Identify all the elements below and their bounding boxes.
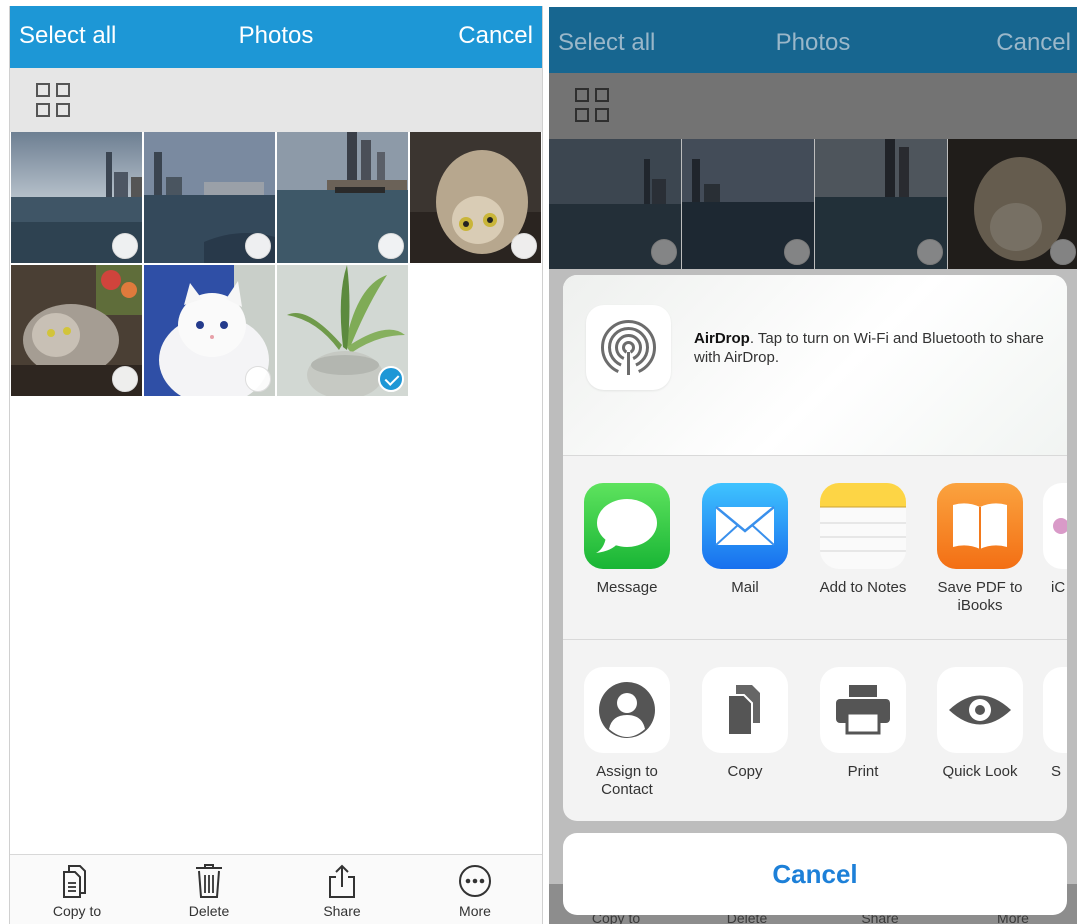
view-toolbar: [10, 68, 542, 132]
quick-look-button[interactable]: Quick Look: [925, 667, 1035, 781]
more-label: More: [459, 903, 491, 919]
photo-thumbnail[interactable]: [11, 132, 142, 263]
copy-to-icon: [63, 865, 86, 898]
quick-look-label: Quick Look: [942, 763, 1018, 780]
share-icon: [329, 864, 355, 898]
copy-label: Copy: [727, 763, 763, 780]
photo-thumbnail[interactable]: [410, 132, 541, 263]
grid-view-icon: [575, 88, 611, 124]
airdrop-title: AirDrop: [694, 330, 750, 347]
partial-action-label: S: [1051, 763, 1062, 780]
mail-icon: [702, 483, 788, 569]
partial-app-button[interactable]: iC: [1043, 483, 1067, 597]
airdrop-icon[interactable]: [586, 305, 671, 390]
navigation-bar: Select all Photos Cancel: [10, 6, 542, 68]
assign-to-contact-label: Assign to Contact: [596, 763, 658, 798]
select-checkbox[interactable]: [112, 233, 138, 259]
share-sheet-cancel-button[interactable]: Cancel: [563, 833, 1067, 915]
select-checkbox[interactable]: [112, 366, 138, 392]
copy-button[interactable]: Copy: [690, 667, 800, 781]
select-checkbox: [917, 239, 943, 265]
cancel-button: Cancel: [996, 29, 1071, 56]
partial-app-icon: [1043, 483, 1067, 569]
delete-button[interactable]: Delete: [159, 863, 259, 919]
photos-select-screen: Select all Photos Cancel Copy to Delete …: [9, 6, 543, 924]
contact-icon: [584, 667, 670, 753]
copy-to-button[interactable]: Copy to: [27, 863, 127, 919]
print-label: Print: [847, 763, 879, 780]
airdrop-description: AirDrop. Tap to turn on Wi-Fi and Blueto…: [694, 329, 1054, 367]
navigation-bar: Select all Photos Cancel: [549, 7, 1077, 73]
photo-thumbnail: [549, 139, 681, 269]
photo-thumbnail: [815, 139, 947, 269]
view-toolbar: [549, 73, 1077, 139]
grid-view-icon[interactable]: [36, 83, 72, 119]
share-label: Share: [323, 903, 361, 919]
select-checkbox: [1050, 239, 1076, 265]
photo-thumbnail[interactable]: [11, 265, 142, 396]
bottom-action-bar: Copy to Delete Share More: [10, 854, 542, 924]
photo-thumbnail[interactable]: [144, 132, 275, 263]
partial-app-label: iC: [1051, 579, 1066, 596]
photo-thumbnail: [948, 139, 1077, 269]
more-button[interactable]: More: [425, 863, 525, 919]
action-row: Assign to Contact Copy Print Quick Look …: [563, 639, 1067, 821]
message-icon: [584, 483, 670, 569]
share-button[interactable]: Share: [292, 863, 392, 919]
ibooks-label: Save PDF to iBooks: [937, 579, 1023, 614]
cancel-button[interactable]: Cancel: [458, 22, 533, 50]
photo-thumbnail[interactable]: [277, 132, 408, 263]
select-checkbox: [651, 239, 677, 265]
partial-action-icon: [1043, 667, 1067, 753]
message-label: Message: [596, 579, 658, 596]
print-icon: [820, 667, 906, 753]
ibooks-app-button[interactable]: Save PDF to iBooks: [925, 483, 1035, 615]
select-checkbox[interactable]: [245, 233, 271, 259]
select-checkbox: [784, 239, 810, 265]
delete-label: Delete: [188, 903, 230, 919]
share-sheet-screen: Select all Photos Cancel Copy to Delete …: [549, 7, 1077, 924]
more-icon: [459, 865, 491, 897]
copy-icon: [702, 667, 788, 753]
print-button[interactable]: Print: [808, 667, 918, 781]
select-checkbox[interactable]: [245, 366, 271, 392]
notes-app-button[interactable]: Add to Notes: [808, 483, 918, 597]
select-checkbox[interactable]: [378, 233, 404, 259]
message-app-button[interactable]: Message: [572, 483, 682, 597]
photo-thumbnail[interactable]: [144, 265, 275, 396]
ibooks-icon: [937, 483, 1023, 569]
airdrop-section[interactable]: AirDrop. Tap to turn on Wi-Fi and Blueto…: [563, 275, 1067, 455]
selected-checkmark-icon[interactable]: [378, 366, 404, 392]
trash-icon: [196, 864, 222, 898]
mail-app-button[interactable]: Mail: [690, 483, 800, 597]
partial-action-button[interactable]: S: [1043, 667, 1067, 781]
select-checkbox[interactable]: [511, 233, 537, 259]
copy-to-label: Copy to: [52, 903, 102, 919]
photo-thumbnail[interactable]: [277, 265, 408, 396]
screenshot: Select all Photos Cancel Copy to Delete …: [0, 0, 1077, 924]
notes-icon: [820, 483, 906, 569]
eye-icon: [937, 667, 1023, 753]
photo-thumbnail: [682, 139, 814, 269]
mail-label: Mail: [731, 579, 759, 596]
app-share-row: Message Mail Add to Notes Save PDF to iB…: [563, 455, 1067, 639]
notes-label: Add to Notes: [819, 579, 907, 596]
share-sheet: AirDrop. Tap to turn on Wi-Fi and Blueto…: [563, 275, 1067, 821]
assign-to-contact-button[interactable]: Assign to Contact: [572, 667, 682, 799]
